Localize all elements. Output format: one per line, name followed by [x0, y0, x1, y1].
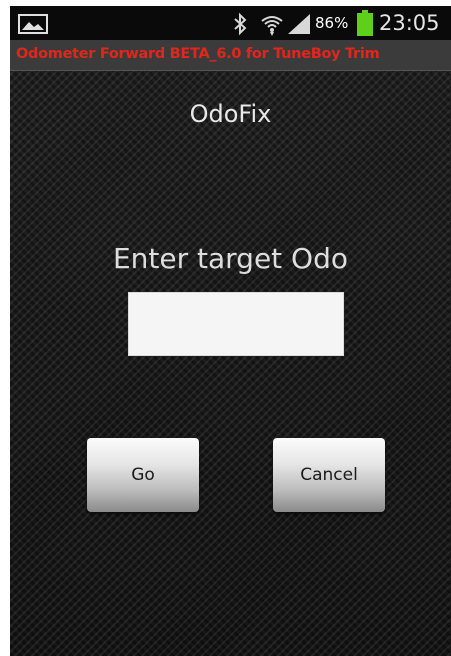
app-screen: 86% 23:05 Odometer Forward BETA_6.0 for …: [10, 6, 451, 656]
target-odo-input[interactable]: [128, 292, 344, 356]
target-odo-label: Enter target Odo: [112, 242, 349, 275]
page-heading: OdoFix: [189, 100, 272, 128]
signal-icon: [288, 14, 310, 34]
status-bar: 86% 23:05: [10, 6, 451, 40]
bluetooth-icon: [234, 12, 247, 36]
app-title: Odometer Forward BETA_6.0 for TuneBoy Tr…: [16, 46, 380, 62]
go-button[interactable]: Go: [87, 438, 199, 512]
gallery-icon: [18, 14, 48, 34]
battery-percent: 86%: [315, 14, 349, 32]
cancel-button[interactable]: Cancel: [273, 438, 385, 512]
title-bar: Odometer Forward BETA_6.0 for TuneBoy Tr…: [10, 40, 451, 71]
battery-icon: [357, 10, 373, 36]
wifi-icon: [261, 16, 283, 36]
status-time: 23:05: [379, 11, 440, 35]
